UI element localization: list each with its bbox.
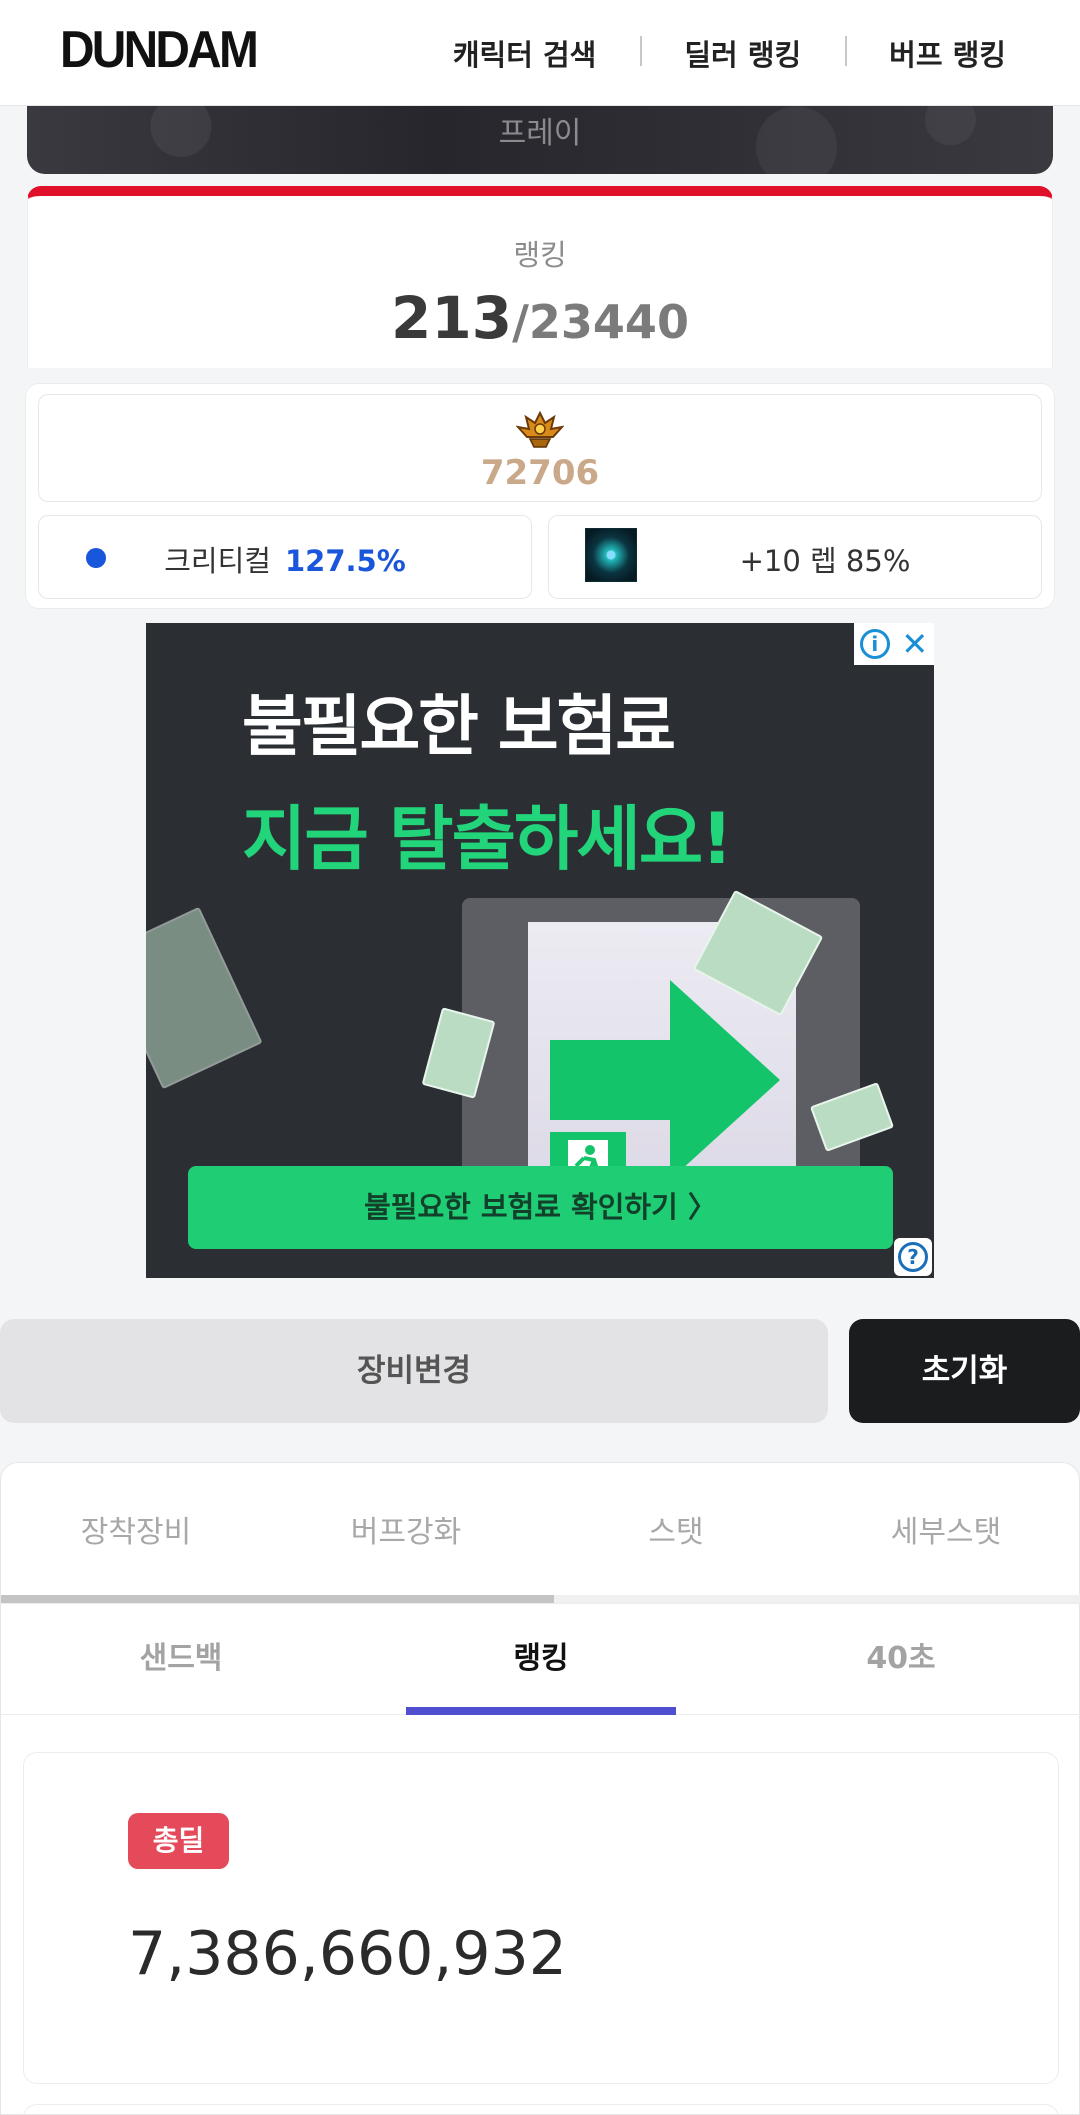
total-damage-card: 총딜 7,386,660,932 bbox=[23, 1752, 1059, 2084]
rank-total: /23440 bbox=[512, 295, 689, 349]
next-card-edge bbox=[23, 2104, 1059, 2115]
help-icon[interactable]: ? bbox=[898, 1242, 928, 1272]
skill-text: +10 렙 85% bbox=[739, 544, 911, 578]
total-damage-value: 7,386,660,932 bbox=[128, 1919, 567, 1989]
nav-buff-ranking[interactable]: 버프 랭킹 bbox=[845, 32, 1080, 74]
crit-label: 크리티컬 bbox=[164, 544, 271, 578]
fame-box: 72706 bbox=[38, 394, 1042, 502]
primary-tabs: 장착장비 버프강화 스탯 세부스탯 bbox=[1, 1463, 1080, 1603]
rank-label: 랭킹 bbox=[513, 238, 567, 272]
crit-text: 크리티컬 127.5% bbox=[39, 538, 531, 580]
info-icon[interactable]: i bbox=[859, 629, 890, 659]
advertisement[interactable]: 불필요한 보험료 지금 탈출하세요! 불필요한 보험료 확인하기 〉 i ✕ ? bbox=[146, 623, 934, 1278]
rank-value: 213/23440 bbox=[28, 284, 1052, 352]
tab-detailed-stats[interactable]: 세부스탯 bbox=[811, 1463, 1080, 1603]
character-banner: 프레이 bbox=[27, 106, 1053, 174]
stat-panel: 72706 크리티컬 127.5% +10 렙 85% bbox=[25, 383, 1055, 609]
nav-dealer-ranking[interactable]: 딜러 랭킹 bbox=[640, 32, 845, 74]
crit-box: 크리티컬 127.5% bbox=[38, 515, 532, 599]
crit-value: 127.5% bbox=[284, 544, 406, 578]
main-nav: 캐릭터 검색 딜러 랭킹 버프 랭킹 bbox=[409, 0, 1080, 106]
fame-value: 72706 bbox=[480, 453, 600, 493]
site-logo[interactable]: DUNDAM bbox=[60, 20, 259, 80]
secondary-tabs: 샌드백 랭킹 40초 bbox=[1, 1603, 1080, 1715]
rank-position: 213 bbox=[391, 284, 513, 352]
tab-ranking[interactable]: 랭킹 bbox=[361, 1604, 721, 1714]
ad-choices: i ✕ bbox=[854, 623, 934, 665]
ad-cta-button[interactable]: 불필요한 보험료 확인하기 〉 bbox=[188, 1166, 893, 1249]
fame-crown-icon bbox=[516, 410, 564, 448]
reset-button[interactable]: 초기화 bbox=[849, 1319, 1080, 1423]
total-damage-badge: 총딜 bbox=[128, 1813, 229, 1869]
ad-subheadline: 지금 탈출하세요! bbox=[242, 798, 733, 880]
change-equipment-button[interactable]: 장비변경 bbox=[0, 1319, 828, 1423]
tab-stats[interactable]: 스탯 bbox=[541, 1463, 811, 1603]
tab-buff-enhance[interactable]: 버프강화 bbox=[271, 1463, 541, 1603]
banner-text: 프레이 bbox=[498, 116, 582, 151]
active-tab-indicator bbox=[406, 1707, 676, 1715]
site-header: DUNDAM 캐릭터 검색 딜러 랭킹 버프 랭킹 bbox=[0, 0, 1080, 106]
nav-character-search[interactable]: 캐릭터 검색 bbox=[409, 32, 641, 74]
tab-equipped-gear[interactable]: 장착장비 bbox=[1, 1463, 271, 1603]
primary-tabs-scrollbar-thumb[interactable] bbox=[1, 1595, 554, 1603]
close-icon[interactable]: ✕ bbox=[901, 628, 928, 660]
ad-help: ? bbox=[894, 1238, 932, 1276]
tab-sandbag[interactable]: 샌드백 bbox=[1, 1604, 361, 1714]
detail-tabs-card: 장착장비 버프강화 스탯 세부스탯 샌드백 랭킹 40초 총딜 7,386,66… bbox=[0, 1462, 1080, 2115]
rank-card: 랭킹 213/23440 bbox=[27, 186, 1053, 368]
tab-40-seconds[interactable]: 40초 bbox=[721, 1604, 1080, 1714]
money-bill-image bbox=[146, 906, 263, 1090]
skill-box: +10 렙 85% bbox=[548, 515, 1042, 599]
ad-headline: 불필요한 보험료 bbox=[242, 688, 676, 765]
